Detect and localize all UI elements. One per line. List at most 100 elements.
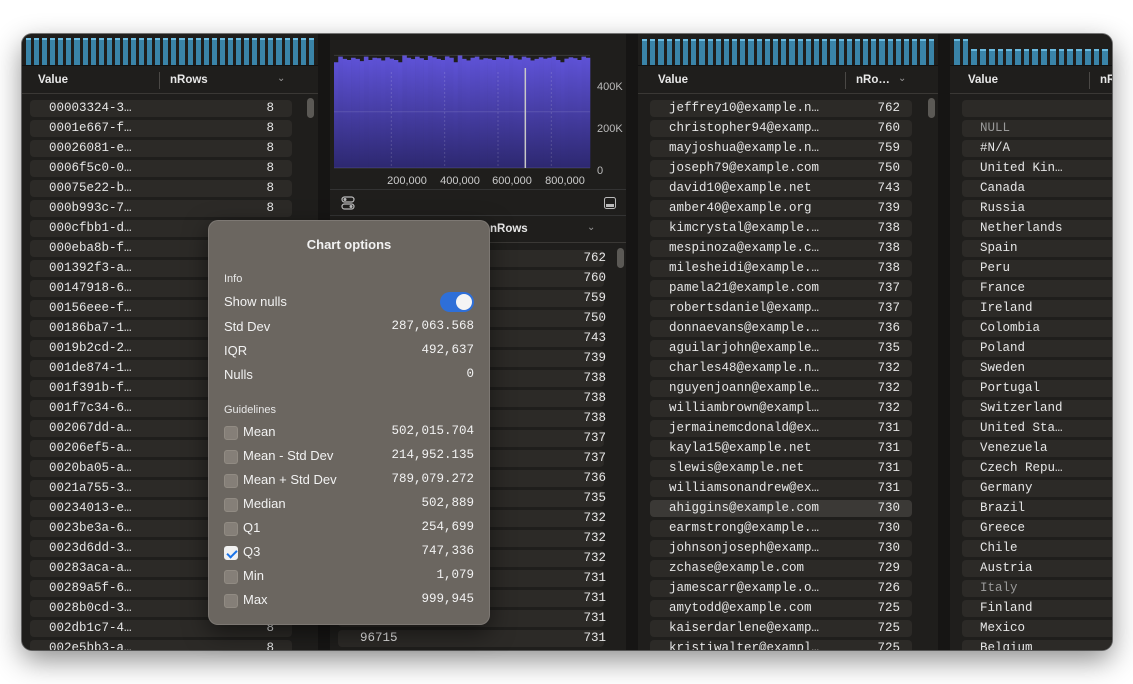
- list-item[interactable]: earmstrong@example.… 730: [638, 518, 938, 538]
- guideline-checkbox[interactable]: [224, 450, 238, 464]
- guideline-row[interactable]: Q1 254,699: [224, 518, 474, 538]
- list-item[interactable]: Portugal: [950, 378, 1112, 398]
- guideline-row[interactable]: Min 1,079: [224, 566, 474, 586]
- list-item[interactable]: 00003324-3… 8: [22, 98, 318, 118]
- list-item[interactable]: 96715 731: [330, 628, 626, 648]
- list-item[interactable]: williambrown@exampl… 732: [638, 398, 938, 418]
- guideline-row[interactable]: Q3 747,336: [224, 542, 474, 562]
- list-item[interactable]: France: [950, 278, 1112, 298]
- guideline-checkbox[interactable]: [224, 426, 238, 440]
- list-item[interactable]: nguyenjoann@example… 732: [638, 378, 938, 398]
- list-item[interactable]: NULL: [950, 118, 1112, 138]
- list-item[interactable]: jamescarr@example.o… 726: [638, 578, 938, 598]
- list-item[interactable]: amytodd@example.com 725: [638, 598, 938, 618]
- list-item[interactable]: kaiserdarlene@examp… 725: [638, 618, 938, 638]
- value-header[interactable]: Value: [658, 74, 688, 86]
- list-item[interactable]: donnaevans@example.… 736: [638, 318, 938, 338]
- list-item[interactable]: williamsonandrew@ex… 731: [638, 478, 938, 498]
- guideline-row[interactable]: Mean - Std Dev 214,952.135: [224, 446, 474, 466]
- list-item[interactable]: Peru: [950, 258, 1112, 278]
- list-item[interactable]: #N/A: [950, 138, 1112, 158]
- list-item[interactable]: ahiggins@example.com 730: [638, 498, 938, 518]
- list-item[interactable]: 002e5bb3-a… 8: [22, 638, 318, 650]
- value-header[interactable]: Value: [38, 74, 68, 86]
- list-item[interactable]: Germany: [950, 478, 1112, 498]
- chevron-down-icon[interactable]: ⌄: [898, 73, 906, 84]
- spark-bar: [642, 39, 648, 65]
- list-item[interactable]: 0006f5c0-0… 8: [22, 158, 318, 178]
- list-item[interactable]: kayla15@example.net 731: [638, 438, 938, 458]
- list-item[interactable]: Ireland: [950, 298, 1112, 318]
- row-value: Italy: [980, 581, 1018, 595]
- list-item[interactable]: zchase@example.com 729: [638, 558, 938, 578]
- guideline-row[interactable]: Mean 502,015.704: [224, 422, 474, 442]
- list-item[interactable]: Colombia: [950, 318, 1112, 338]
- collapse-chart-icon[interactable]: [604, 197, 616, 209]
- value-header[interactable]: Value: [968, 74, 998, 86]
- row-count: 738: [583, 411, 606, 425]
- list-item[interactable]: mespinoza@example.c… 738: [638, 238, 938, 258]
- list-item[interactable]: Canada: [950, 178, 1112, 198]
- list-item[interactable]: 0001e667-f… 8: [22, 118, 318, 138]
- list-item[interactable]: jermainemcdonald@ex… 731: [638, 418, 938, 438]
- show-nulls-toggle[interactable]: [440, 292, 474, 312]
- list-item[interactable]: Netherlands: [950, 218, 1112, 238]
- nrows-header[interactable]: nRows: [170, 74, 208, 86]
- scrollbar[interactable]: [617, 248, 624, 268]
- list-item[interactable]: 00075e22-b… 8: [22, 178, 318, 198]
- list-item[interactable]: charles48@example.n… 732: [638, 358, 938, 378]
- list-item[interactable]: robertsdaniel@examp… 737: [638, 298, 938, 318]
- list-item[interactable]: Austria: [950, 558, 1112, 578]
- list-item[interactable]: kimcrystal@example.… 738: [638, 218, 938, 238]
- chart-options-icon[interactable]: [341, 196, 355, 210]
- list-item[interactable]: Russia: [950, 198, 1112, 218]
- spark-bar: [740, 39, 746, 65]
- list-item[interactable]: Belgium: [950, 638, 1112, 650]
- list-item[interactable]: mayjoshua@example.n… 759: [638, 138, 938, 158]
- guideline-checkbox[interactable]: [224, 498, 238, 512]
- list-item[interactable]: Switzerland: [950, 398, 1112, 418]
- list-item[interactable]: Czech Repu…: [950, 458, 1112, 478]
- list-item[interactable]: joseph79@example.com 750: [638, 158, 938, 178]
- list-item[interactable]: 00026081-e… 8: [22, 138, 318, 158]
- chevron-down-icon[interactable]: ⌄: [587, 222, 595, 233]
- nrows-header[interactable]: nRo…: [856, 74, 890, 86]
- list-item[interactable]: milesheidi@example.… 738: [638, 258, 938, 278]
- list-item[interactable]: Italy: [950, 578, 1112, 598]
- list-item[interactable]: johnsonjoseph@examp… 730: [638, 538, 938, 558]
- nrows-header[interactable]: nRows: [490, 223, 528, 235]
- list-item[interactable]: United Sta…: [950, 418, 1112, 438]
- guideline-row[interactable]: Median 502,889: [224, 494, 474, 514]
- list-item[interactable]: slewis@example.net 731: [638, 458, 938, 478]
- list-item[interactable]: jeffrey10@example.n… 762: [638, 98, 938, 118]
- list-item[interactable]: christopher94@examp… 760: [638, 118, 938, 138]
- list-item[interactable]: United Kin…: [950, 158, 1112, 178]
- list-item[interactable]: kristiwalter@exampl… 725: [638, 638, 938, 650]
- list-item[interactable]: Finland: [950, 598, 1112, 618]
- guideline-checkbox[interactable]: [224, 522, 238, 536]
- chevron-down-icon[interactable]: ⌄: [277, 73, 285, 84]
- guideline-row[interactable]: Mean + Std Dev 789,079.272: [224, 470, 474, 490]
- scrollbar[interactable]: [307, 98, 314, 118]
- list-item[interactable]: amber40@example.org 739: [638, 198, 938, 218]
- list-item[interactable]: [950, 98, 1112, 118]
- list-item[interactable]: pamela21@example.com 737: [638, 278, 938, 298]
- list-item[interactable]: 000b993c-7… 8: [22, 198, 318, 218]
- list-item[interactable]: Poland: [950, 338, 1112, 358]
- list-item[interactable]: Mexico: [950, 618, 1112, 638]
- nrows-header[interactable]: nR: [1100, 74, 1112, 86]
- scrollbar[interactable]: [928, 98, 935, 118]
- guideline-checkbox[interactable]: [224, 546, 238, 560]
- list-item[interactable]: david10@example.net 743: [638, 178, 938, 198]
- list-item[interactable]: aguilarjohn@example… 735: [638, 338, 938, 358]
- guideline-checkbox[interactable]: [224, 570, 238, 584]
- list-item[interactable]: Brazil: [950, 498, 1112, 518]
- guideline-checkbox[interactable]: [224, 594, 238, 608]
- list-item[interactable]: Greece: [950, 518, 1112, 538]
- list-item[interactable]: Venezuela: [950, 438, 1112, 458]
- guideline-row[interactable]: Max 999,945: [224, 590, 474, 610]
- list-item[interactable]: Chile: [950, 538, 1112, 558]
- guideline-checkbox[interactable]: [224, 474, 238, 488]
- list-item[interactable]: Spain: [950, 238, 1112, 258]
- list-item[interactable]: Sweden: [950, 358, 1112, 378]
